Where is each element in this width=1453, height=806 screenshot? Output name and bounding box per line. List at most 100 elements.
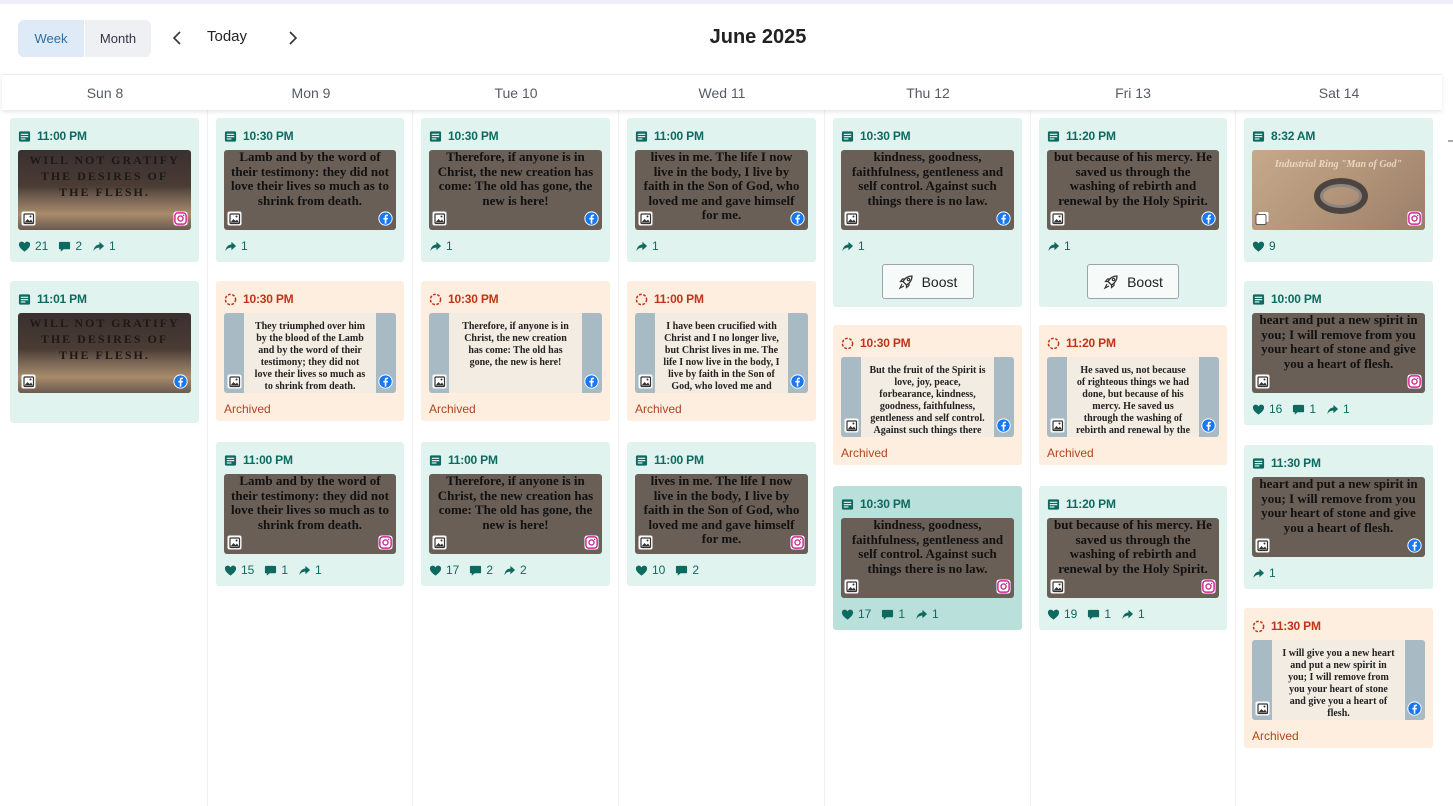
post-time: 11:20 PM <box>1066 497 1116 511</box>
boost-button-label: Boost <box>921 273 958 290</box>
likes-count: 19 <box>1064 607 1078 621</box>
comments-icon <box>676 565 688 576</box>
published-post-card[interactable]: 8:32 AM Industrial Ring "Man of God" 9 <box>1244 118 1433 262</box>
shares-stat: 1 <box>1326 402 1350 416</box>
shares-icon <box>1048 241 1060 251</box>
post-thumbnail[interactable]: WILL NOT GRATIFY THE DESIRES OF THE FLES… <box>18 150 191 230</box>
post-card-header: 11:20 PM <box>1047 128 1219 144</box>
comments-icon <box>470 565 482 576</box>
published-post-card[interactable]: 10:30 PM Lamb and by the word of their te… <box>216 118 404 262</box>
image-media-badge <box>21 211 36 226</box>
post-thumbnail[interactable]: lives in me. The life I now live in the … <box>635 150 808 230</box>
post-thumbnail[interactable]: Lamb and by the word of their testimony:… <box>224 474 396 554</box>
shares-count: 1 <box>241 239 248 253</box>
post-thumbnail[interactable]: kindness, goodness, faithfulness, gentle… <box>841 518 1014 598</box>
archived-post-card[interactable]: 11:00 PM I have been crucified with Chris… <box>627 281 816 421</box>
shares-stat: 1 <box>1252 566 1276 580</box>
facebook-network-badge <box>378 211 393 226</box>
likes-icon <box>18 241 31 252</box>
post-thumbnail[interactable]: I will give you a new heart and put a ne… <box>1252 640 1425 720</box>
image-media-badge <box>1255 701 1270 716</box>
post-thumbnail[interactable]: heart and put a new spirit in you; I wil… <box>1252 477 1425 557</box>
published-post-card[interactable]: 11:00 PM WILL NOT GRATIFY THE DESIRES OF … <box>10 118 199 262</box>
post-note-icon <box>635 130 648 142</box>
post-thumbnail[interactable]: but because of his mercy. He saved us th… <box>1047 150 1219 230</box>
published-post-card[interactable]: 11:00 PM Lamb and by the word of their te… <box>216 442 404 586</box>
post-thumbnail[interactable]: Industrial Ring "Man of God" <box>1252 150 1425 230</box>
post-time: 10:30 PM <box>860 336 911 350</box>
engagement-stats: 1 <box>224 230 396 262</box>
post-thumbnail[interactable]: Therefore, if anyone is in Christ, the n… <box>429 474 602 554</box>
instagram-icon <box>173 211 188 226</box>
post-card-header: 11:20 PM <box>1047 335 1219 351</box>
thumbnail-text: heart and put a new spirit in you; I wil… <box>1259 477 1418 535</box>
post-thumbnail[interactable]: lives in me. The life I now live in the … <box>635 474 808 554</box>
instagram-network-badge <box>173 211 188 226</box>
instagram-network-badge <box>1201 579 1216 594</box>
post-thumbnail[interactable]: heart and put a new spirit in you; I wil… <box>1252 313 1425 393</box>
published-post-card[interactable]: 11:00 PM Therefore, if anyone is in Chris… <box>421 442 610 586</box>
social-calendar-app: Week Month Today June 2025 Sun 8 Mon 9 Tue… <box>0 0 1453 806</box>
post-thumbnail[interactable]: Therefore, if anyone is in Christ, the n… <box>429 313 602 393</box>
post-thumbnail[interactable]: WILL NOT GRATIFY THE DESIRES OF THE FLES… <box>18 313 191 393</box>
instagram-icon <box>584 535 599 550</box>
boost-button[interactable]: Boost <box>881 264 974 299</box>
post-time: 11:30 PM <box>1271 456 1321 470</box>
post-note-icon <box>429 454 442 466</box>
facebook-network-badge <box>790 374 805 389</box>
published-post-card[interactable]: 10:00 PM heart and put a new spirit in yo… <box>1244 281 1433 425</box>
facebook-network-badge <box>378 374 393 389</box>
archived-post-card[interactable]: 10:30 PM Therefore, if anyone is in Chris… <box>421 281 610 421</box>
facebook-network-badge <box>996 418 1011 433</box>
day-header-3: Wed 11 <box>698 84 746 101</box>
shares-count: 1 <box>1269 566 1276 580</box>
facebook-network-badge <box>1201 211 1216 226</box>
comments-stat: 2 <box>58 239 82 253</box>
published-post-card[interactable]: 10:30 PM Therefore, if anyone is in Chris… <box>421 118 610 262</box>
facebook-icon <box>378 211 393 226</box>
engagement-stats: 1 <box>429 230 602 262</box>
published-post-card[interactable]: 10:30 PM kindness, goodness, faithfulness… <box>833 486 1022 630</box>
post-thumbnail[interactable]: Therefore, if anyone is in Christ, the n… <box>429 150 602 230</box>
archived-post-card[interactable]: 11:30 PM I will give you a new heart and … <box>1244 608 1433 748</box>
post-card-header: 10:30 PM <box>841 335 1014 351</box>
image-media-badge <box>432 374 447 389</box>
comments-count: 1 <box>1309 402 1317 416</box>
engagement-stats <box>18 393 191 413</box>
shares-stat: 1 <box>224 239 248 253</box>
archived-post-card[interactable]: 10:30 PM But the fruit of the Spirit is l… <box>833 325 1022 465</box>
day-header-4: Thu 12 <box>906 84 950 101</box>
instagram-icon <box>1407 211 1422 226</box>
thumbnail-text: I have been crucified with Christ and I … <box>663 321 780 392</box>
thumbnail-text: Therefore, if anyone is in Christ, the n… <box>437 474 594 532</box>
boost-button[interactable]: Boost <box>1087 264 1179 299</box>
published-post-card[interactable]: 10:30 PM kindness, goodness, faithfulness… <box>833 118 1022 307</box>
post-thumbnail[interactable]: I have been crucified with Christ and I … <box>635 313 808 393</box>
published-post-card[interactable]: 11:01 PM WILL NOT GRATIFY THE DESIRES OF … <box>10 281 199 423</box>
published-post-card[interactable]: 11:20 PM but because of his mercy. He sav… <box>1039 486 1227 630</box>
archived-post-card[interactable]: 10:30 PM They triumphed over him by the b… <box>216 281 404 421</box>
post-time: 11:00 PM <box>243 453 293 467</box>
post-thumbnail[interactable]: but because of his mercy. He saved us th… <box>1047 518 1219 598</box>
post-thumbnail[interactable]: kindness, goodness, faithfulness, gentle… <box>841 150 1014 230</box>
published-post-card[interactable]: 11:00 PM lives in me. The life I now live… <box>627 118 816 262</box>
comments-count: 1 <box>281 563 289 577</box>
post-time: 10:00 PM <box>1271 292 1322 306</box>
post-thumbnail[interactable]: They triumphed over him by the blood of … <box>224 313 396 393</box>
instagram-icon <box>790 535 805 550</box>
post-thumbnail[interactable]: But the fruit of the Spirit is love, joy… <box>841 357 1014 437</box>
post-time: 10:30 PM <box>860 497 911 511</box>
facebook-icon <box>173 374 188 389</box>
published-post-card[interactable]: 11:30 PM heart and put a new spirit in yo… <box>1244 445 1433 589</box>
post-time: 11:00 PM <box>37 129 87 143</box>
post-thumbnail[interactable]: He saved us, not because of righteous th… <box>1047 357 1219 437</box>
day-header-row: Sun 8 Mon 9 Tue 10 Wed 11 Thu 12 Fri 13 Sat 14 <box>2 74 1442 110</box>
archived-post-card[interactable]: 11:20 PM He saved us, not because of righ… <box>1039 325 1227 465</box>
post-thumbnail[interactable]: Lamb and by the word of their testimony:… <box>224 150 396 230</box>
image-media-icon <box>638 374 653 389</box>
published-post-card[interactable]: 11:00 PM lives in me. The life I now live… <box>627 442 816 586</box>
image-media-icon <box>638 211 653 226</box>
image-media-icon <box>432 535 447 550</box>
thumbnail-text: WILL NOT GRATIFY THE DESIRES OF THE FLES… <box>29 153 180 199</box>
published-post-card[interactable]: 11:20 PM but because of his mercy. He sav… <box>1039 118 1227 307</box>
